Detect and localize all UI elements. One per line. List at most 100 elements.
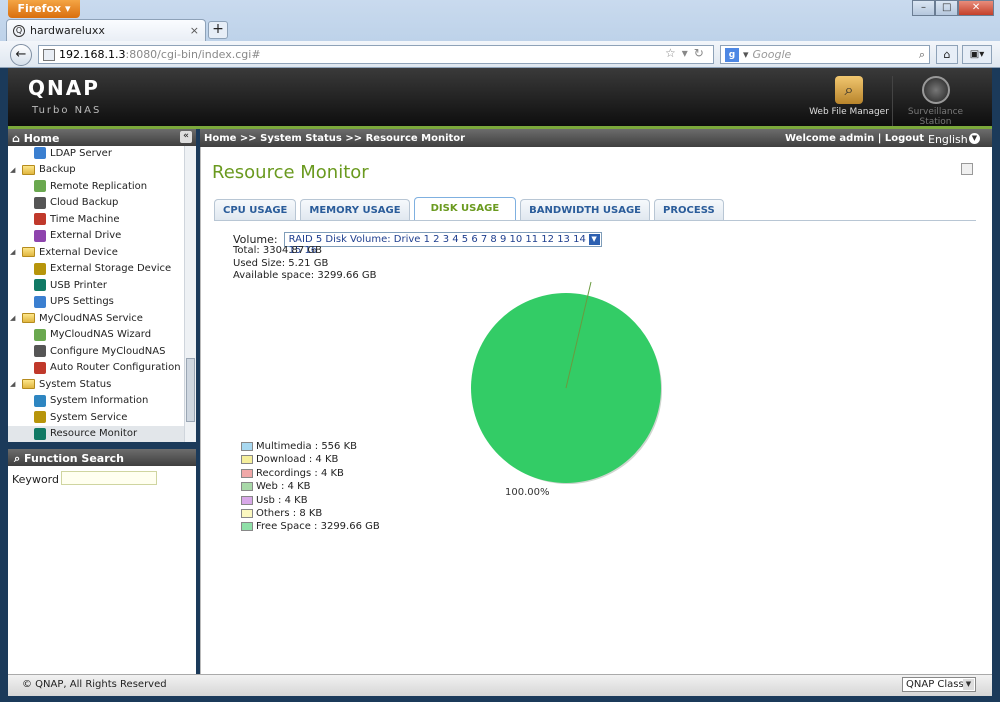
sidebar-item[interactable]: UPS Settings xyxy=(8,294,184,310)
dropdown-arrow-icon[interactable]: ▾ xyxy=(682,46,688,60)
volume-select[interactable]: RAID 5 Disk Volume: Drive 1 2 3 4 5 6 7 … xyxy=(283,232,602,256)
legend-item: Usb : 4 KB xyxy=(241,495,308,506)
reload-icon[interactable]: ↻ xyxy=(694,46,704,60)
search-icon[interactable]: ⌕ xyxy=(919,48,925,62)
url-bar[interactable]: 192.168.1.3:8080/cgi-bin/index.cgi# xyxy=(38,45,714,64)
legend-item: Recordings : 4 KB xyxy=(241,468,344,479)
url-host: 192.168.1.3 xyxy=(59,48,126,61)
sidebar-item[interactable]: MyCloudNAS Wizard xyxy=(8,327,184,343)
welcome-logout[interactable]: Welcome admin | Logout xyxy=(785,133,924,144)
close-window-button[interactable]: ✕ xyxy=(958,0,994,16)
theme-dropdown-icon[interactable]: ▼ xyxy=(963,679,974,690)
home-button[interactable]: ⌂ xyxy=(936,45,958,64)
legend-item: Others : 8 KB xyxy=(241,508,322,519)
item-icon xyxy=(34,262,46,275)
legend-item: Web : 4 KB xyxy=(241,481,311,492)
expand-arrow-icon[interactable]: ◢ xyxy=(10,314,18,322)
pie-data-label: 100.00% xyxy=(505,487,550,498)
minimize-button[interactable]: – xyxy=(912,0,936,16)
folder-icon xyxy=(22,247,35,257)
web-file-manager-label: Web File Manager xyxy=(809,107,889,117)
help-icon[interactable] xyxy=(961,163,973,175)
sidebar-item-label: Cloud Backup xyxy=(50,197,119,208)
folder-icon xyxy=(22,313,35,323)
language-dropdown-icon[interactable]: ▼ xyxy=(969,133,980,144)
keyword-input[interactable] xyxy=(61,471,157,485)
bookmark-star-icon[interactable]: ☆ xyxy=(665,46,676,60)
sidebar-item[interactable]: ◢ MyCloudNAS Service xyxy=(10,310,184,326)
qnap-logo: QNAP xyxy=(28,76,100,100)
tab-memory-usage[interactable]: MEMORY USAGE xyxy=(300,199,410,221)
search-bar[interactable]: g ▾ Google ⌕ xyxy=(720,45,930,64)
sidebar-item[interactable]: ◢ Backup xyxy=(10,162,184,178)
sidebar-item[interactable]: External Drive xyxy=(8,228,184,244)
surveillance-station-link[interactable]: Surveillance Station xyxy=(892,76,978,127)
tab-title: hardwareluxx xyxy=(30,24,105,37)
url-path: :8080/cgi-bin/index.cgi# xyxy=(125,48,261,61)
expand-arrow-icon[interactable]: ◢ xyxy=(10,380,18,388)
search-icon: ⌕ xyxy=(14,452,21,465)
legend-label: Usb : 4 KB xyxy=(256,494,308,506)
sidebar-item[interactable]: Configure MyCloudNAS xyxy=(8,343,184,359)
web-file-manager-link[interactable]: ⌕ Web File Manager xyxy=(806,76,892,117)
sidebar-item[interactable]: Cloud Backup xyxy=(8,195,184,211)
sidebar-item[interactable]: System Information xyxy=(8,393,184,409)
tab-disk-usage[interactable]: DISK USAGE xyxy=(413,197,517,221)
sidebar-item[interactable]: Auto Router Configuration xyxy=(8,360,184,376)
google-icon[interactable]: g xyxy=(725,47,739,62)
firefox-menu-button[interactable]: Firefox ▾ xyxy=(8,0,80,18)
close-tab-icon[interactable]: × xyxy=(190,24,199,37)
item-icon xyxy=(34,196,46,209)
legend-swatch xyxy=(241,442,253,451)
legend-swatch xyxy=(241,482,253,492)
back-button[interactable]: ← xyxy=(10,44,32,66)
sidebar-item[interactable]: External Storage Device xyxy=(8,261,184,277)
volume-dropdown-icon[interactable]: ▼ xyxy=(588,234,600,245)
tab-process[interactable]: PROCESS xyxy=(654,199,724,221)
legend-swatch xyxy=(241,455,253,465)
expand-arrow-icon[interactable]: ◢ xyxy=(10,248,18,256)
sidebar-item-label: System Status xyxy=(39,378,112,390)
scrollbar-thumb[interactable] xyxy=(186,358,195,422)
legend-swatch xyxy=(241,522,253,532)
sidebar-item-label: System Service xyxy=(50,411,128,423)
sidebar-item[interactable]: System Service xyxy=(8,409,184,425)
sidebar-item[interactable]: ◢ System Status xyxy=(10,376,184,392)
sidebar-item[interactable]: Resource Monitor xyxy=(8,425,184,442)
maximize-button[interactable]: □ xyxy=(935,0,959,16)
browser-tab[interactable]: Q hardwareluxx × xyxy=(6,19,206,41)
item-icon xyxy=(34,411,46,423)
collapse-sidebar-icon[interactable]: « xyxy=(180,131,192,143)
sidebar-item[interactable]: ◢ External Device xyxy=(10,244,184,260)
function-search-panel xyxy=(8,466,196,674)
sidebar-item[interactable]: Remote Replication xyxy=(8,178,184,194)
sidebar-item-label: LDAP Server xyxy=(50,147,112,159)
sidebar-scrollbar[interactable] xyxy=(184,146,196,442)
keyword-label: Keyword : xyxy=(12,473,67,486)
sidebar-item-label: External Drive xyxy=(50,230,122,241)
tab-bandwidth-usage[interactable]: BANDWIDTH USAGE xyxy=(520,199,651,221)
sidebar-item-label: Backup xyxy=(39,164,76,175)
sidebar-item-label: USB Printer xyxy=(50,279,107,291)
search-engine-dropdown-icon[interactable]: ▾ xyxy=(743,48,749,61)
addons-button[interactable]: ▣▾ xyxy=(962,45,992,64)
language-selector[interactable]: English xyxy=(928,133,968,146)
sidebar-item-label: MyCloudNAS Service xyxy=(39,312,143,324)
sidebar-item-label: Resource Monitor xyxy=(50,428,138,439)
theme-select[interactable]: QNAP Classic ▼ xyxy=(902,677,976,692)
sidebar-item[interactable]: USB Printer xyxy=(8,277,184,293)
sidebar-item-label: MyCloudNAS Wizard xyxy=(50,329,152,340)
tab-cpu-usage[interactable]: CPU USAGE xyxy=(214,199,297,221)
legend-swatch xyxy=(241,495,253,505)
legend-swatch xyxy=(241,509,253,518)
new-tab-button[interactable]: + xyxy=(208,21,228,39)
legend-label: Recordings : 4 KB xyxy=(256,467,344,479)
copyright: © QNAP, All Rights Reserved xyxy=(22,679,167,690)
sidebar-item-label: Configure MyCloudNAS xyxy=(50,345,166,357)
item-icon xyxy=(34,180,46,192)
sidebar-item[interactable]: Time Machine xyxy=(8,211,184,227)
expand-arrow-icon[interactable]: ◢ xyxy=(10,166,18,174)
tab-underline xyxy=(214,220,976,221)
item-icon xyxy=(34,328,46,341)
sidebar-item[interactable]: LDAP Server xyxy=(8,146,184,161)
